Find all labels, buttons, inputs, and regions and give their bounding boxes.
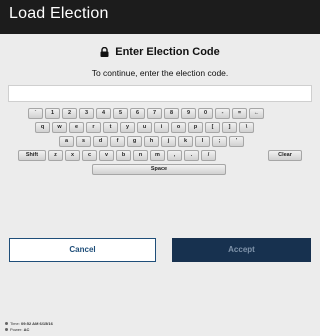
key-e[interactable]: e: [69, 122, 84, 133]
key-b[interactable]: b: [116, 150, 131, 161]
key-c[interactable]: c: [82, 150, 97, 161]
key-1[interactable]: 1: [45, 108, 60, 119]
key-slash[interactable]: /: [201, 150, 216, 161]
key-x[interactable]: x: [65, 150, 80, 161]
status-power: Power: AC: [5, 327, 29, 332]
dialog-body: [0, 34, 320, 336]
key-3[interactable]: 3: [79, 108, 94, 119]
time-value: 09:52 AM 6/15/16: [20, 321, 53, 326]
shift-key[interactable]: Shift: [18, 150, 46, 161]
keyboard-row-4: Shift z x c v b n m , . / Clear: [0, 150, 320, 162]
key-7[interactable]: 7: [147, 108, 162, 119]
key-r[interactable]: r: [86, 122, 101, 133]
status-time: Time: 09:52 AM 6/15/16: [5, 321, 53, 326]
dialog-heading-text: Enter Election Code: [115, 46, 220, 58]
key-o[interactable]: o: [171, 122, 186, 133]
key-8[interactable]: 8: [164, 108, 179, 119]
key-9[interactable]: 9: [181, 108, 196, 119]
power-label: Power:: [10, 327, 23, 332]
power-icon: [5, 328, 8, 331]
key-quote[interactable]: ': [229, 136, 244, 147]
key-v[interactable]: v: [99, 150, 114, 161]
key-0[interactable]: 0: [198, 108, 213, 119]
clock-icon: [5, 322, 8, 325]
keyboard-row-5: Space: [0, 164, 320, 176]
key-g[interactable]: g: [127, 136, 142, 147]
time-label: Time:: [10, 321, 20, 326]
key-l[interactable]: l: [195, 136, 210, 147]
key-6[interactable]: 6: [130, 108, 145, 119]
key-f[interactable]: f: [110, 136, 125, 147]
key-q[interactable]: q: [35, 122, 50, 133]
key-z[interactable]: z: [48, 150, 63, 161]
key-s[interactable]: s: [76, 136, 91, 147]
key-5[interactable]: 5: [113, 108, 128, 119]
key-h[interactable]: h: [144, 136, 159, 147]
key-a[interactable]: a: [59, 136, 74, 147]
key-equals[interactable]: =: [232, 108, 247, 119]
window-title: Load Election: [9, 5, 109, 22]
key-minus[interactable]: -: [215, 108, 230, 119]
key-backtick[interactable]: `: [28, 108, 43, 119]
key-u[interactable]: u: [137, 122, 152, 133]
key-n[interactable]: n: [133, 150, 148, 161]
space-key[interactable]: Space: [92, 164, 226, 175]
key-period[interactable]: .: [184, 150, 199, 161]
key-left-bracket[interactable]: [: [205, 122, 220, 133]
dialog-heading: Enter Election Code: [0, 46, 320, 60]
keyboard-row-1: ` 1 2 3 4 5 6 7 8 9 0 - = ←: [0, 108, 320, 120]
keyboard-row-2: q w e r t y u i o p [ ] \: [0, 122, 320, 134]
key-t[interactable]: t: [103, 122, 118, 133]
key-i[interactable]: i: [154, 122, 169, 133]
key-p[interactable]: p: [188, 122, 203, 133]
lock-icon: [100, 46, 109, 60]
power-value: AC: [23, 327, 30, 332]
key-2[interactable]: 2: [62, 108, 77, 119]
key-4[interactable]: 4: [96, 108, 111, 119]
accept-button[interactable]: Accept: [172, 238, 311, 262]
key-j[interactable]: j: [161, 136, 176, 147]
window-titlebar: Load Election: [0, 0, 320, 34]
key-y[interactable]: y: [120, 122, 135, 133]
backspace-key[interactable]: ←: [249, 108, 264, 119]
keyboard-row-3: a s d f g h j k l ; ': [0, 136, 320, 148]
key-semicolon[interactable]: ;: [212, 136, 227, 147]
key-right-bracket[interactable]: ]: [222, 122, 237, 133]
clear-key[interactable]: Clear: [268, 150, 302, 161]
election-code-input[interactable]: [8, 85, 312, 102]
key-w[interactable]: w: [52, 122, 67, 133]
dialog-subtitle: To continue, enter the election code.: [91, 68, 229, 78]
cancel-button[interactable]: Cancel: [9, 238, 156, 262]
key-backslash[interactable]: \: [239, 122, 254, 133]
key-comma[interactable]: ,: [167, 150, 182, 161]
key-k[interactable]: k: [178, 136, 193, 147]
key-m[interactable]: m: [150, 150, 165, 161]
key-d[interactable]: d: [93, 136, 108, 147]
